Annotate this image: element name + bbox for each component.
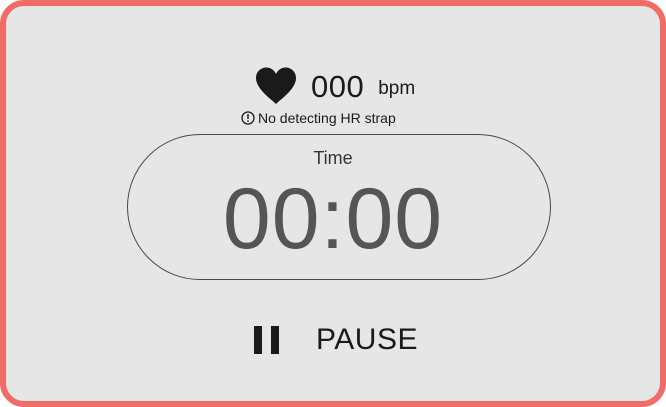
info-circle-icon <box>241 111 255 125</box>
hr-strap-warning: No detecting HR strap <box>241 109 396 127</box>
pause-button[interactable]: PAUSE <box>254 318 418 362</box>
heart-rate-unit: bpm <box>378 77 416 99</box>
pause-icon <box>254 326 279 354</box>
timer-value: 00:00 <box>222 171 444 267</box>
hr-strap-warning-text: No detecting HR strap <box>258 110 396 126</box>
heart-rate-display: 000 bpm <box>255 66 415 106</box>
heart-icon <box>256 67 296 104</box>
heart-rate-value: 000 <box>311 68 365 104</box>
pause-label: PAUSE <box>316 323 418 356</box>
timer-label: Time <box>313 148 353 168</box>
